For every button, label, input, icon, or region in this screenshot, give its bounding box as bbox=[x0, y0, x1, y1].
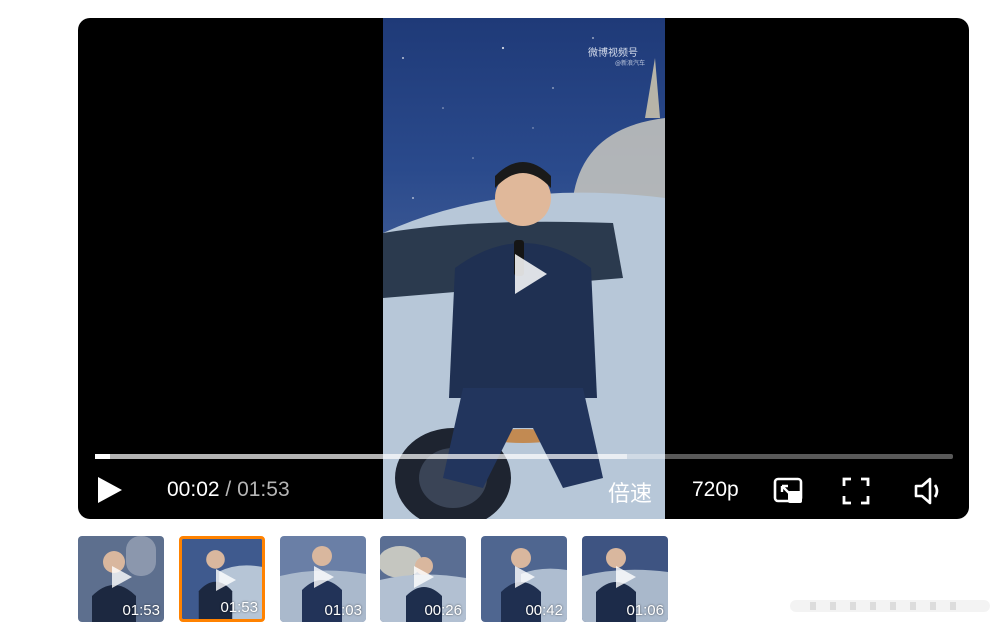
thumb-play-icon bbox=[616, 566, 636, 588]
play-icon[interactable] bbox=[94, 475, 124, 505]
thumb-play-icon bbox=[216, 569, 236, 591]
playlist-thumb-2[interactable]: 01:53 bbox=[179, 536, 265, 622]
fullscreen-icon[interactable] bbox=[839, 474, 873, 508]
speed-button[interactable]: 倍速 bbox=[608, 476, 652, 508]
picture-in-picture-icon[interactable] bbox=[772, 474, 806, 508]
playlist-thumb-1[interactable]: 01:53 bbox=[78, 536, 164, 622]
thumb-duration: 00:26 bbox=[424, 602, 462, 619]
progress-played bbox=[95, 454, 111, 459]
playlist-thumb-6[interactable]: 01:06 bbox=[582, 536, 668, 622]
thumb-duration: 01:06 bbox=[626, 602, 664, 619]
blurred-scroll-indicator bbox=[790, 600, 990, 612]
playlist-thumb-5[interactable]: 00:42 bbox=[481, 536, 567, 622]
thumb-play-icon bbox=[314, 566, 334, 588]
thumb-duration: 00:42 bbox=[525, 602, 563, 619]
progress-bar[interactable] bbox=[95, 454, 953, 459]
center-play-icon[interactable] bbox=[499, 246, 555, 302]
video-player[interactable]: 微博视频号 @新浪汽车 00:02 / 01:53 倍速 720p bbox=[78, 18, 969, 519]
watermark-source: @新浪汽车 bbox=[615, 60, 646, 67]
page: 微博视频号 @新浪汽车 00:02 / 01:53 倍速 720p 01:53 … bbox=[0, 0, 1005, 636]
control-bar: 00:02 / 01:53 倍速 720p bbox=[78, 468, 969, 508]
current-time: 00:02 bbox=[167, 478, 220, 501]
quality-button[interactable]: 720p bbox=[692, 478, 739, 502]
time-display: 00:02 / 01:53 bbox=[167, 478, 290, 502]
duration: 01:53 bbox=[237, 478, 290, 501]
time-separator: / bbox=[219, 478, 238, 501]
thumb-duration: 01:53 bbox=[220, 599, 258, 616]
thumb-duration: 01:53 bbox=[122, 602, 160, 619]
thumb-play-icon bbox=[112, 566, 132, 588]
playlist-thumb-4[interactable]: 00:26 bbox=[380, 536, 466, 622]
thumb-play-icon bbox=[515, 566, 535, 588]
playlist-thumb-3[interactable]: 01:03 bbox=[280, 536, 366, 622]
thumb-play-icon bbox=[414, 566, 434, 588]
thumb-duration: 01:03 bbox=[324, 602, 362, 619]
volume-icon[interactable] bbox=[912, 474, 946, 508]
watermark: 微博视频号 bbox=[588, 48, 638, 59]
progress-buffered bbox=[95, 454, 627, 459]
